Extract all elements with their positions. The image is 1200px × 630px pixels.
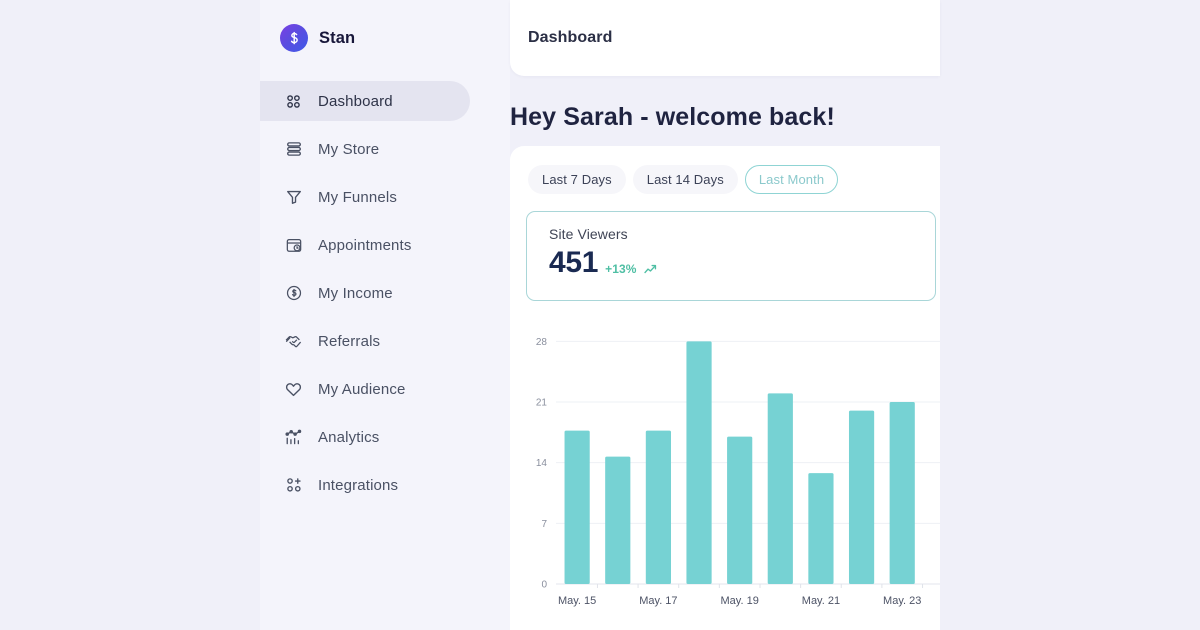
sidebar-item-label: Integrations: [318, 476, 399, 494]
chart-bar[interactable]: [808, 473, 834, 584]
bar-chart-icon: [283, 427, 304, 448]
site-viewers-bar-chart: 0 7 14 21 28 May. 15 May. 17 May. 19 May. 21 May.…: [510, 306, 940, 630]
site-viewers-stat-card[interactable]: Site Viewers 451 +13%: [526, 211, 936, 301]
sidebar-item-my-funnels[interactable]: My Funnels: [260, 177, 510, 217]
tab-last-7-days[interactable]: Last 7 Days: [528, 165, 626, 194]
x-axis-tick-label: May. 15: [558, 595, 596, 607]
layers-stack-icon: [283, 139, 304, 160]
tab-last-month[interactable]: Last Month: [744, 165, 839, 194]
dashboard-screen: Stan Dashboard My Store My Funnels Appoi…: [0, 0, 1200, 630]
x-axis-tick-label: May. 19: [721, 595, 759, 607]
page-title: Dashboard: [528, 29, 613, 46]
stan-s-dollar-logo-icon: [280, 24, 308, 52]
dollar-circle-icon: [283, 283, 304, 304]
date-range-tabs: Last 7 Days Last 14 Days Last Month: [510, 146, 940, 194]
handshake-icon: [283, 331, 304, 352]
x-axis-tick-label: May. 21: [802, 595, 840, 607]
sidebar-item-label: My Income: [318, 284, 393, 302]
sidebar-item-my-audience[interactable]: My Audience: [260, 369, 510, 409]
sidebar-item-dashboard[interactable]: Dashboard: [260, 81, 470, 121]
sidebar-item-referrals[interactable]: Referrals: [260, 321, 510, 361]
sidebar-item-integrations[interactable]: Integrations: [260, 465, 510, 505]
chart-bar[interactable]: [645, 430, 671, 584]
sidebar-item-label: My Audience: [318, 380, 406, 398]
chart-bar[interactable]: [605, 456, 631, 584]
sidebar: Stan Dashboard My Store My Funnels Appoi…: [260, 0, 510, 630]
y-axis-tick-label: 14: [536, 458, 548, 469]
topbar: Dashboard: [510, 0, 940, 76]
sidebar-item-label: Analytics: [318, 428, 380, 446]
dashboard-panel: Last 7 Days Last 14 Days Last Month Site…: [510, 146, 940, 630]
main-content: Dashboard Hey Sarah - welcome back! Last…: [510, 0, 940, 630]
sidebar-item-label: My Funnels: [318, 188, 398, 206]
sidebar-item-label: My Store: [318, 140, 380, 158]
sidebar-item-label: Referrals: [318, 332, 381, 350]
grid-dots-icon: [283, 91, 304, 112]
stat-card-delta: +13%: [605, 262, 637, 276]
trending-up-icon: [643, 264, 657, 278]
x-axis-tick-label: May. 23: [883, 595, 921, 607]
y-axis-tick-label: 28: [536, 337, 548, 348]
chart-bar[interactable]: [767, 393, 793, 584]
y-axis-tick-label: 21: [536, 398, 548, 409]
tab-last-14-days[interactable]: Last 14 Days: [632, 165, 738, 194]
chart-bar[interactable]: [848, 410, 875, 584]
x-axis-tick-label: May. 17: [639, 595, 677, 607]
sidebar-item-analytics[interactable]: Analytics: [260, 417, 510, 457]
tab-label: Last 14 Days: [646, 172, 724, 187]
y-axis-tick-label: 0: [541, 580, 547, 591]
chart-bar[interactable]: [727, 436, 753, 584]
sidebar-item-label: Dashboard: [318, 92, 393, 110]
stat-card-value-row: 451 +13%: [549, 248, 935, 278]
chart-bar[interactable]: [564, 430, 590, 584]
tab-label: Last 7 Days: [542, 172, 612, 187]
calendar-icon: [283, 235, 304, 256]
sidebar-nav: Dashboard My Store My Funnels Appointmen…: [260, 81, 510, 505]
brand[interactable]: Stan: [260, 0, 510, 56]
stat-card-label: Site Viewers: [549, 226, 628, 242]
sidebar-item-my-store[interactable]: My Store: [260, 129, 510, 169]
brand-name: Stan: [319, 28, 356, 47]
sidebar-item-appointments[interactable]: Appointments: [260, 225, 510, 265]
grid-plus-icon: [283, 475, 304, 496]
funnel-icon: [283, 187, 304, 208]
tab-label: Last Month: [758, 172, 825, 187]
sidebar-item-my-income[interactable]: My Income: [260, 273, 510, 313]
stat-card-value: 451: [549, 246, 599, 279]
sidebar-item-label: Appointments: [318, 236, 412, 254]
chart-bar[interactable]: [889, 402, 915, 584]
y-axis-tick-label: 7: [541, 519, 547, 530]
greeting-heading: Hey Sarah - welcome back!: [510, 103, 835, 131]
chart-bar[interactable]: [686, 341, 712, 584]
heart-icon: [283, 379, 304, 400]
